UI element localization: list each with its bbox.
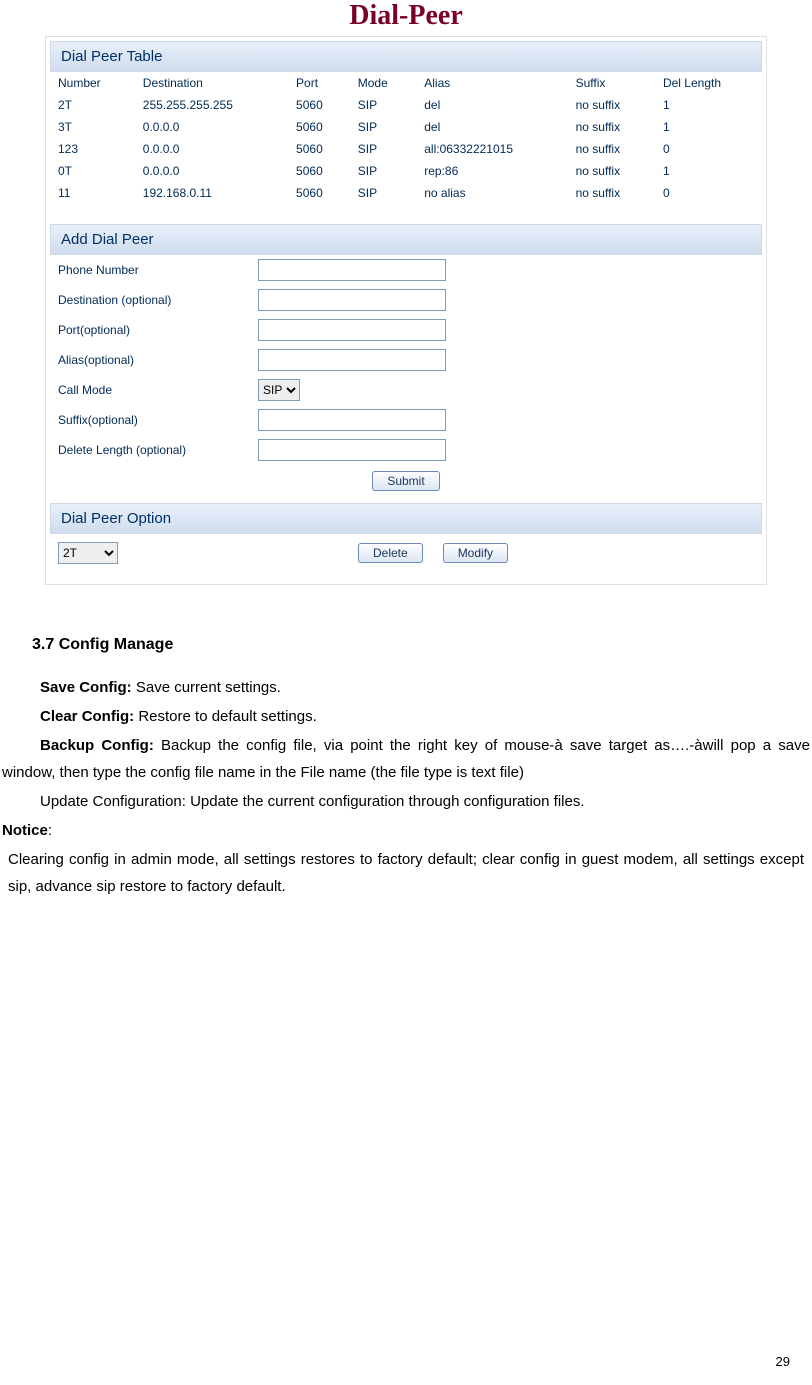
table-row: 123 0.0.0.0 5060 SIP all:06332221015 no …: [50, 138, 762, 160]
update-config-text: Update Configuration: Update the current…: [2, 788, 810, 815]
add-dial-peer-header: Add Dial Peer: [50, 224, 762, 255]
label-alias: Alias(optional): [58, 353, 258, 367]
table-header-row: Number Destination Port Mode Alias Suffi…: [50, 72, 762, 94]
notice-colon: :: [48, 822, 52, 839]
label-port: Port(optional): [58, 323, 258, 337]
col-alias: Alias: [416, 72, 567, 94]
label-phone-number: Phone Number: [58, 263, 258, 277]
save-config-text: Save current settings.: [132, 679, 281, 696]
input-suffix[interactable]: [258, 409, 446, 431]
col-number: Number: [50, 72, 135, 94]
input-alias[interactable]: [258, 349, 446, 371]
delete-button[interactable]: Delete: [358, 543, 423, 563]
clear-config-label: Clear Config:: [40, 708, 134, 725]
select-dial-peer[interactable]: 2T: [58, 542, 118, 564]
clear-config-text: Restore to default settings.: [134, 708, 317, 725]
label-delete-length: Delete Length (optional): [58, 443, 258, 457]
input-phone-number[interactable]: [258, 259, 446, 281]
save-config-label: Save Config:: [40, 679, 132, 696]
dial-peer-option-header: Dial Peer Option: [50, 503, 762, 534]
dial-peer-table: Number Destination Port Mode Alias Suffi…: [50, 72, 762, 204]
label-suffix: Suffix(optional): [58, 413, 258, 427]
page-title: Dial-Peer: [0, 0, 812, 32]
col-destination: Destination: [135, 72, 288, 94]
backup-config-label: Backup Config:: [40, 737, 154, 754]
dial-peer-table-header: Dial Peer Table: [50, 41, 762, 72]
modify-button[interactable]: Modify: [443, 543, 508, 563]
document-body: 3.7 Config Manage Save Config: Save curr…: [0, 585, 812, 900]
input-port[interactable]: [258, 319, 446, 341]
select-call-mode[interactable]: SIP: [258, 379, 300, 401]
table-row: 0T 0.0.0.0 5060 SIP rep:86 no suffix 1: [50, 160, 762, 182]
input-delete-length[interactable]: [258, 439, 446, 461]
col-suffix: Suffix: [568, 72, 655, 94]
col-mode: Mode: [350, 72, 417, 94]
table-row: 3T 0.0.0.0 5060 SIP del no suffix 1: [50, 116, 762, 138]
section-heading: 3.7 Config Manage: [32, 631, 810, 660]
label-destination: Destination (optional): [58, 293, 258, 307]
col-port: Port: [288, 72, 350, 94]
submit-button[interactable]: Submit: [372, 471, 439, 491]
notice-label: Notice: [2, 822, 48, 839]
dial-peer-widget: Dial Peer Table Number Destination Port …: [45, 36, 767, 585]
page-number: 29: [776, 1354, 790, 1369]
input-destination[interactable]: [258, 289, 446, 311]
notice-text: Clearing config in admin mode, all setti…: [2, 846, 810, 900]
table-row: 11 192.168.0.11 5060 SIP no alias no suf…: [50, 182, 762, 204]
table-row: 2T 255.255.255.255 5060 SIP del no suffi…: [50, 94, 762, 116]
col-del-length: Del Length: [655, 72, 762, 94]
label-call-mode: Call Mode: [58, 383, 258, 397]
